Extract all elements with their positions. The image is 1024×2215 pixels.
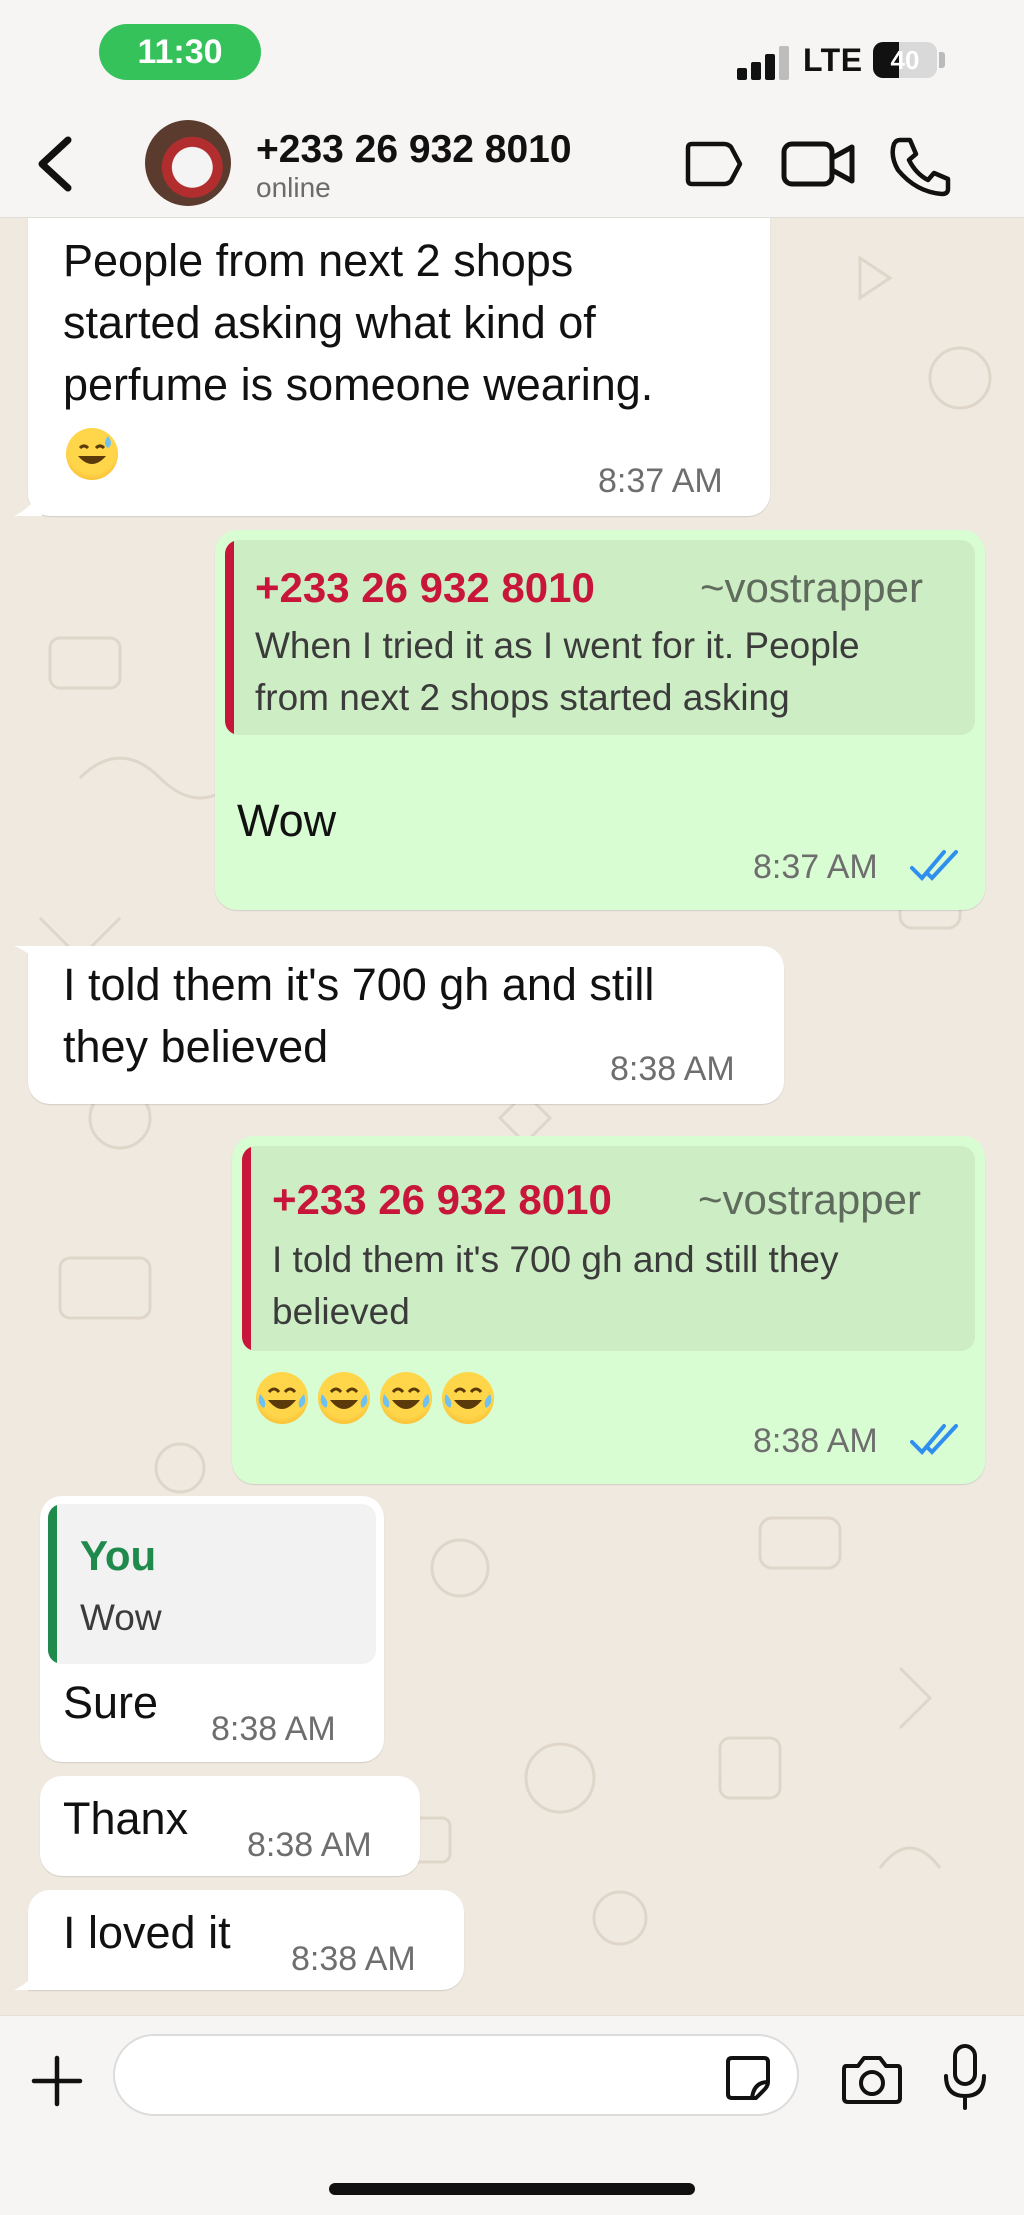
signal-strength-icon (737, 44, 793, 80)
message-incoming[interactable]: I told them it's 700 gh and still they b… (28, 946, 784, 1104)
camera-button[interactable] (840, 2050, 904, 2108)
quote-accent-bar (242, 1146, 251, 1351)
message-text-line: they believed (63, 1021, 329, 1072)
quoted-sender-name: +233 26 932 8010 (272, 1176, 612, 1223)
quoted-sender-name: +233 26 932 8010 (255, 564, 595, 611)
quoted-text-line: what kind of perfume is someone w... (255, 724, 864, 735)
emoji-message: 😂😂😂😂 (256, 1372, 496, 1432)
message-incoming[interactable]: I loved it 8:38 AM (28, 1890, 464, 1990)
battery-icon: 40 (873, 42, 937, 78)
message-text-line: I told them it's 700 gh and still (63, 959, 655, 1010)
battery-nub (939, 52, 945, 68)
bubble-tail (14, 1962, 42, 1990)
camera-icon (842, 2056, 902, 2104)
sweat-smile-face (78, 436, 111, 464)
back-button[interactable] (28, 132, 88, 196)
quoted-text-line: from next 2 shops started asking (255, 677, 790, 718)
label-tag-icon (685, 141, 743, 187)
message-time: 8:38 AM (247, 1826, 372, 1864)
quoted-text-line: believed (272, 1291, 410, 1332)
label-button[interactable] (680, 134, 744, 199)
message-outgoing[interactable]: +233 26 932 8010 ~vostrapper I told them… (232, 1136, 985, 1484)
status-bar: 11:30 LTE 40 (0, 0, 1024, 110)
message-text-line: started asking what kind of (63, 297, 596, 348)
voice-call-button[interactable] (886, 134, 956, 203)
sticker-button[interactable] (722, 2052, 774, 2104)
read-receipt-icon (910, 1424, 958, 1455)
quoted-sender-name: You (80, 1532, 157, 1579)
composer-bar (0, 2015, 1024, 2215)
message-text: Sure (63, 1677, 159, 1728)
chat-header: +233 26 932 8010 online (0, 110, 1024, 218)
quoted-sender-alias: ~vostrapper (700, 564, 923, 611)
sticker-icon (726, 2056, 770, 2100)
attach-button[interactable] (28, 2052, 86, 2110)
message-text: Thanx (63, 1793, 189, 1844)
microphone-icon (944, 2044, 986, 2110)
quoted-message[interactable]: +233 26 932 8010 ~vostrapper When I trie… (225, 540, 975, 735)
home-indicator[interactable] (329, 2183, 695, 2195)
message-text-line: perfume is someone wearing. (63, 359, 654, 410)
plus-icon (31, 2055, 83, 2107)
video-call-button[interactable] (780, 134, 858, 199)
message-input[interactable] (113, 2034, 799, 2116)
message-time: 8:37 AM (598, 462, 723, 500)
video-camera-icon (781, 141, 855, 187)
message-time: 8:38 AM (291, 1940, 416, 1978)
message-text-line: People from next 2 shops (63, 235, 574, 286)
voice-message-button[interactable] (940, 2042, 990, 2114)
quote-accent-bar (48, 1504, 57, 1664)
message-time: 8:38 AM (211, 1710, 336, 1748)
quoted-message[interactable]: You Wow (48, 1504, 376, 1664)
quoted-text-line: I told them it's 700 gh and still they (272, 1239, 839, 1280)
message-time: 8:38 AM (610, 1050, 735, 1088)
quoted-message[interactable]: +233 26 932 8010 ~vostrapper I told them… (242, 1146, 975, 1351)
bubble-tail (14, 488, 42, 516)
quote-accent-bar (225, 540, 234, 735)
contact-name[interactable]: +233 26 932 8010 (256, 128, 572, 172)
message-outgoing[interactable]: +233 26 932 8010 ~vostrapper When I trie… (215, 530, 985, 910)
clock-pill: 11:30 (99, 24, 261, 80)
message-incoming[interactable]: People from next 2 shops started asking … (28, 218, 770, 516)
phone-icon (890, 137, 951, 197)
contact-status: online (256, 172, 331, 203)
network-type: LTE (803, 42, 863, 78)
quoted-text-line: When I tried it as I went for it. People (255, 625, 860, 666)
message-text: I loved it (63, 1907, 231, 1958)
quoted-sender-alias: ~vostrapper (698, 1176, 921, 1223)
message-text: Wow (237, 795, 337, 846)
message-time: 8:37 AM (753, 848, 878, 886)
message-incoming[interactable]: Thanx 8:38 AM (40, 1776, 420, 1876)
quoted-text: Wow (80, 1597, 162, 1638)
message-time: 8:38 AM (753, 1422, 878, 1460)
chat-area[interactable]: People from next 2 shops started asking … (0, 218, 1024, 2015)
tears-of-joy-faces (258, 1387, 493, 1411)
battery-percent: 40 (890, 45, 920, 75)
message-incoming[interactable]: You Wow Sure 8:38 AM (40, 1496, 384, 1762)
bubble-tail (14, 946, 42, 974)
chevron-left-icon (38, 136, 72, 192)
avatar[interactable] (145, 120, 231, 206)
read-receipt-icon (910, 850, 958, 881)
